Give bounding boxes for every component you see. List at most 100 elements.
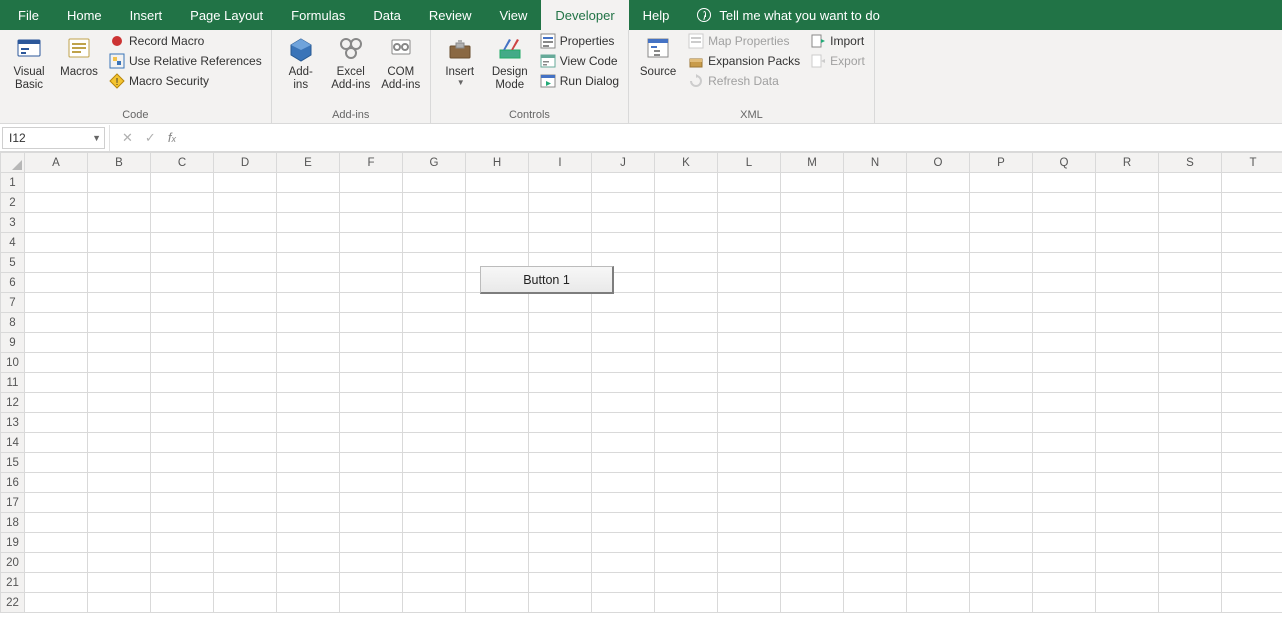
cell[interactable] [718, 453, 781, 473]
cell[interactable] [718, 533, 781, 553]
cell[interactable] [592, 393, 655, 413]
cell[interactable] [88, 573, 151, 593]
cell[interactable] [718, 553, 781, 573]
row-header[interactable]: 12 [1, 393, 25, 413]
cell[interactable] [214, 293, 277, 313]
cell[interactable] [844, 373, 907, 393]
column-header[interactable]: H [466, 153, 529, 173]
cell[interactable] [88, 513, 151, 533]
cell[interactable] [970, 533, 1033, 553]
cell[interactable] [592, 453, 655, 473]
cell[interactable] [655, 473, 718, 493]
cell[interactable] [403, 493, 466, 513]
cell[interactable] [403, 553, 466, 573]
cell[interactable] [907, 413, 970, 433]
xml-import-button[interactable]: Import [807, 32, 868, 50]
cell[interactable] [88, 273, 151, 293]
cell[interactable] [655, 213, 718, 233]
cell[interactable] [1033, 573, 1096, 593]
cell[interactable] [1033, 213, 1096, 233]
cell[interactable] [403, 353, 466, 373]
cell[interactable] [907, 433, 970, 453]
cell[interactable] [25, 553, 88, 573]
cell[interactable] [1096, 593, 1159, 613]
cell[interactable] [655, 593, 718, 613]
cell[interactable] [151, 273, 214, 293]
cell[interactable] [781, 413, 844, 433]
cell[interactable] [214, 493, 277, 513]
cell[interactable] [970, 373, 1033, 393]
cell[interactable] [214, 453, 277, 473]
cell[interactable] [25, 233, 88, 253]
cell[interactable] [844, 393, 907, 413]
visual-basic-button[interactable]: Visual Basic [6, 32, 52, 93]
cell[interactable] [529, 553, 592, 573]
cell[interactable] [466, 233, 529, 253]
cell[interactable] [340, 413, 403, 433]
cell[interactable] [214, 513, 277, 533]
cell[interactable] [403, 293, 466, 313]
cell[interactable] [403, 473, 466, 493]
cell[interactable] [781, 513, 844, 533]
cell[interactable] [718, 313, 781, 333]
cell[interactable] [970, 553, 1033, 573]
cell[interactable] [718, 293, 781, 313]
cell[interactable] [214, 433, 277, 453]
cell[interactable] [151, 473, 214, 493]
cell[interactable] [214, 393, 277, 413]
cell[interactable] [781, 573, 844, 593]
cell[interactable] [1096, 193, 1159, 213]
cell[interactable] [1159, 453, 1222, 473]
tab-formulas[interactable]: Formulas [277, 0, 359, 30]
cell[interactable] [466, 373, 529, 393]
cell[interactable] [340, 253, 403, 273]
cell[interactable] [340, 213, 403, 233]
cell[interactable] [403, 193, 466, 213]
cell[interactable] [88, 373, 151, 393]
cell[interactable] [529, 213, 592, 233]
cell[interactable] [1222, 393, 1282, 413]
cell[interactable] [1033, 253, 1096, 273]
cell[interactable] [1222, 353, 1282, 373]
cell[interactable] [1096, 273, 1159, 293]
cell[interactable] [88, 193, 151, 213]
column-header[interactable]: O [907, 153, 970, 173]
cell[interactable] [151, 413, 214, 433]
cell[interactable] [970, 393, 1033, 413]
design-mode-button[interactable]: Design Mode [487, 32, 533, 93]
cell[interactable] [529, 473, 592, 493]
cell[interactable] [844, 573, 907, 593]
cell[interactable] [25, 293, 88, 313]
cell[interactable] [1033, 593, 1096, 613]
cell[interactable] [88, 173, 151, 193]
cell[interactable] [1096, 253, 1159, 273]
row-header[interactable]: 16 [1, 473, 25, 493]
cell[interactable] [1159, 173, 1222, 193]
cell[interactable] [25, 213, 88, 233]
cell[interactable] [844, 193, 907, 213]
cell[interactable] [151, 213, 214, 233]
cell[interactable] [214, 553, 277, 573]
cell[interactable] [340, 193, 403, 213]
cell[interactable] [403, 433, 466, 453]
cell[interactable] [718, 473, 781, 493]
cell[interactable] [844, 313, 907, 333]
view-code-button[interactable]: View Code [537, 52, 622, 70]
cell[interactable] [277, 513, 340, 533]
cell[interactable] [1096, 513, 1159, 533]
expansion-packs-button[interactable]: Expansion Packs [685, 52, 803, 70]
column-header[interactable]: D [214, 153, 277, 173]
cell[interactable] [844, 293, 907, 313]
column-header[interactable]: A [25, 153, 88, 173]
cell[interactable] [466, 293, 529, 313]
cell[interactable] [340, 493, 403, 513]
row-header[interactable]: 2 [1, 193, 25, 213]
cell[interactable] [214, 313, 277, 333]
cell[interactable] [277, 293, 340, 313]
cell[interactable] [718, 333, 781, 353]
cell[interactable] [1222, 173, 1282, 193]
cell[interactable] [1222, 573, 1282, 593]
cell[interactable] [1033, 313, 1096, 333]
cell[interactable] [214, 333, 277, 353]
cell[interactable] [907, 233, 970, 253]
